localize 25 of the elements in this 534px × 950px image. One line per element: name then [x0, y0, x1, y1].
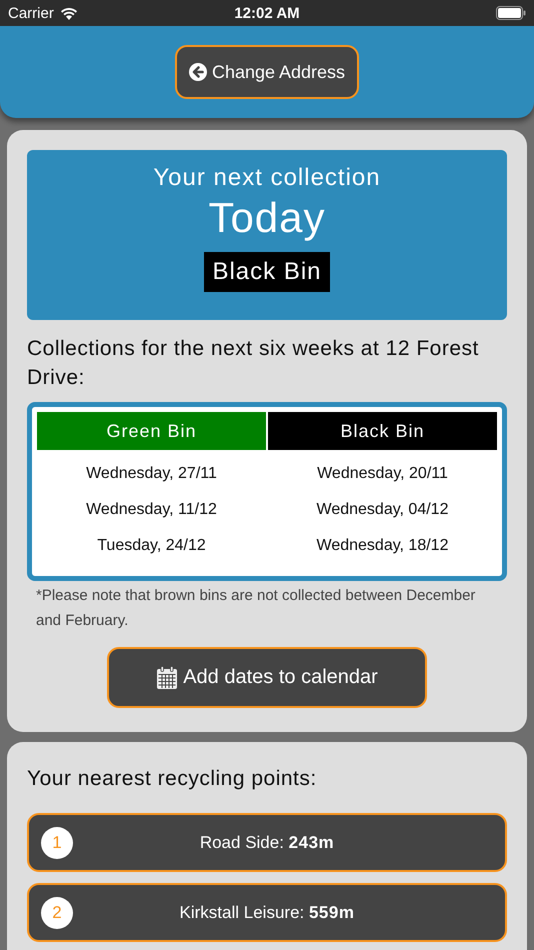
number-badge: 1	[41, 826, 73, 858]
wifi-icon	[60, 6, 78, 20]
number-badge: 2	[41, 896, 73, 928]
recycling-point-button[interactable]: 2 Kirkstall Leisure: 559m	[27, 883, 507, 942]
date-cell-text: Wednesday, 18/12	[316, 536, 450, 556]
column-header: Green Bin	[37, 412, 266, 450]
recycling-heading: Your nearest recycling points:	[27, 766, 318, 792]
bin-label: Black Bin	[204, 252, 330, 292]
date-cell-text: Tuesday, 24/12	[96, 536, 207, 556]
date-cell-text: Wednesday, 20/11	[316, 464, 449, 484]
date-cell-text: Wednesday, 04/12	[316, 500, 450, 520]
next-collection-day: Today	[208, 194, 326, 242]
note-text: *Please note that brown bins are not collected between December and February.	[36, 586, 476, 631]
calendar-icon	[156, 666, 178, 690]
status-time: 12:02 AM	[234, 4, 300, 22]
carrier-name: Carrier	[8, 4, 54, 22]
add-to-calendar-button[interactable]: Add dates to calendar	[107, 647, 427, 708]
column-header: Black Bin	[268, 412, 497, 450]
battery-icon	[496, 6, 526, 20]
next-collection-title: Your next collection	[153, 164, 381, 192]
date-cell-text: Wednesday, 11/12	[85, 500, 218, 520]
recycling-point-button[interactable]: 1 Road Side: 243m	[27, 813, 507, 872]
schedule-heading: Collections for the next six weeks at 12 Forest Drive:	[27, 336, 480, 391]
change-address-button[interactable]: Change Address	[175, 45, 359, 99]
date-cell-text: Wednesday, 27/11	[85, 464, 218, 484]
